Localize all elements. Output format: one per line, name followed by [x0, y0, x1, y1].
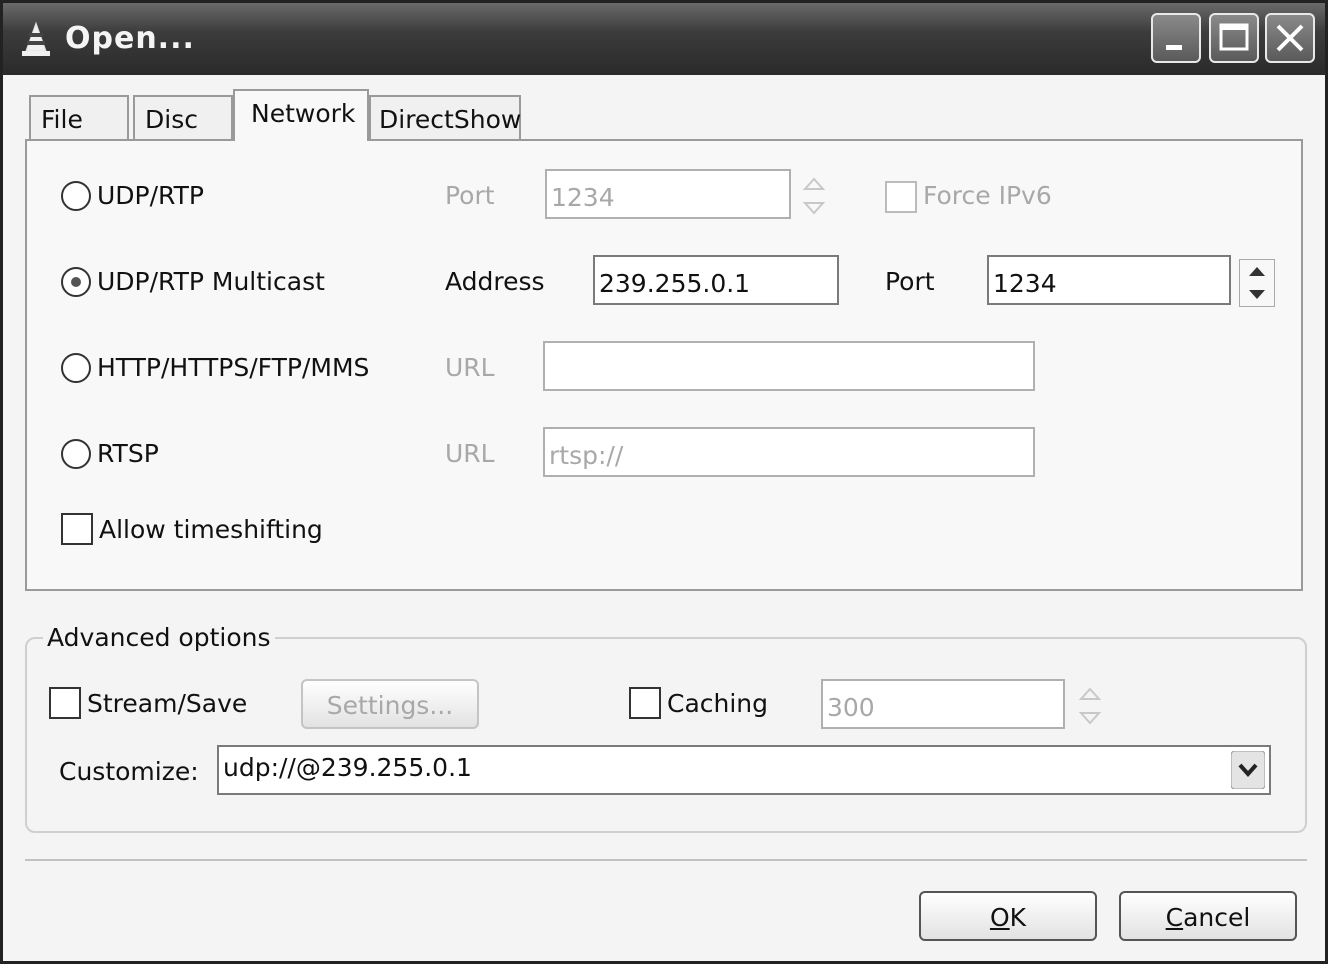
rtsp-url-label: URL: [445, 439, 495, 468]
window-title: Open...: [65, 21, 195, 56]
http-url-input[interactable]: [543, 341, 1035, 391]
rtsp-label: RTSP: [97, 439, 159, 468]
customize-combobox[interactable]: udp://@239.255.0.1: [217, 745, 1271, 795]
tab-label: DirectShow: [379, 105, 522, 134]
tab-directshow[interactable]: DirectShow: [369, 95, 521, 139]
customize-value: udp://@239.255.0.1: [223, 753, 472, 782]
minimize-icon: [1166, 45, 1182, 50]
title-bar[interactable]: Open...: [3, 3, 1325, 75]
multicast-port-label: Port: [885, 267, 935, 296]
close-icon: [1276, 24, 1304, 52]
udp-rtp-port-spinner[interactable]: [797, 173, 831, 219]
caching-label: Caching: [667, 689, 769, 718]
radio-selected-dot: [71, 277, 81, 287]
tab-label: File: [41, 105, 83, 134]
caching-checkbox[interactable]: [629, 687, 661, 719]
multicast-port-input[interactable]: [987, 255, 1231, 305]
tab-disc[interactable]: Disc: [133, 95, 233, 139]
http-label: HTTP/HTTPS/FTP/MMS: [97, 353, 370, 382]
http-radio[interactable]: [61, 353, 91, 383]
multicast-port-spinner[interactable]: [1239, 259, 1275, 307]
cancel-button[interactable]: Cancel: [1119, 891, 1297, 941]
tab-label: Disc: [145, 105, 198, 134]
rtsp-radio[interactable]: [61, 439, 91, 469]
close-button[interactable]: [1265, 13, 1315, 63]
network-panel: UDP/RTP Port Force IPv6 UDP/RTP Multicas…: [25, 139, 1303, 591]
tab-file[interactable]: File: [29, 95, 129, 139]
stream-save-checkbox[interactable]: [49, 687, 81, 719]
rtsp-url-input[interactable]: [543, 427, 1035, 477]
cancel-button-label: Cancel: [1165, 903, 1251, 932]
force-ipv6-checkbox[interactable]: [885, 181, 917, 213]
ok-button-label: OK: [989, 903, 1027, 932]
tab-network[interactable]: Network: [233, 89, 369, 141]
udp-rtp-label: UDP/RTP: [97, 181, 204, 210]
settings-button-label: Settings...: [326, 691, 454, 720]
caching-input[interactable]: [821, 679, 1065, 729]
settings-button[interactable]: Settings...: [301, 679, 479, 729]
customize-label: Customize:: [59, 757, 199, 786]
maximize-button[interactable]: [1209, 13, 1259, 63]
http-url-label: URL: [445, 353, 495, 382]
ok-button[interactable]: OK: [919, 891, 1097, 941]
udp-rtp-radio[interactable]: [61, 181, 91, 211]
force-ipv6-label: Force IPv6: [923, 181, 1052, 210]
vlc-cone-icon: [22, 21, 50, 56]
separator: [25, 859, 1307, 861]
maximize-icon: [1219, 23, 1249, 51]
stream-save-label: Stream/Save: [87, 689, 248, 718]
tab-label: Network: [251, 99, 356, 128]
open-dialog: Open... File Disc Network DirectShow UDP…: [0, 0, 1328, 964]
multicast-address-label: Address: [445, 267, 545, 296]
chevron-down-icon[interactable]: [1231, 751, 1265, 789]
timeshifting-label: Allow timeshifting: [99, 515, 323, 544]
udp-rtp-multicast-label: UDP/RTP Multicast: [97, 267, 325, 296]
timeshifting-checkbox[interactable]: [61, 513, 93, 545]
multicast-address-input[interactable]: [593, 255, 839, 305]
udp-rtp-port-input[interactable]: [545, 169, 791, 219]
minimize-button[interactable]: [1151, 13, 1201, 63]
caching-spinner[interactable]: [1073, 683, 1107, 729]
advanced-options-group: [25, 637, 1307, 833]
udp-rtp-port-label: Port: [445, 181, 495, 210]
advanced-options-title: Advanced options: [43, 623, 275, 652]
udp-rtp-multicast-radio[interactable]: [61, 267, 91, 297]
